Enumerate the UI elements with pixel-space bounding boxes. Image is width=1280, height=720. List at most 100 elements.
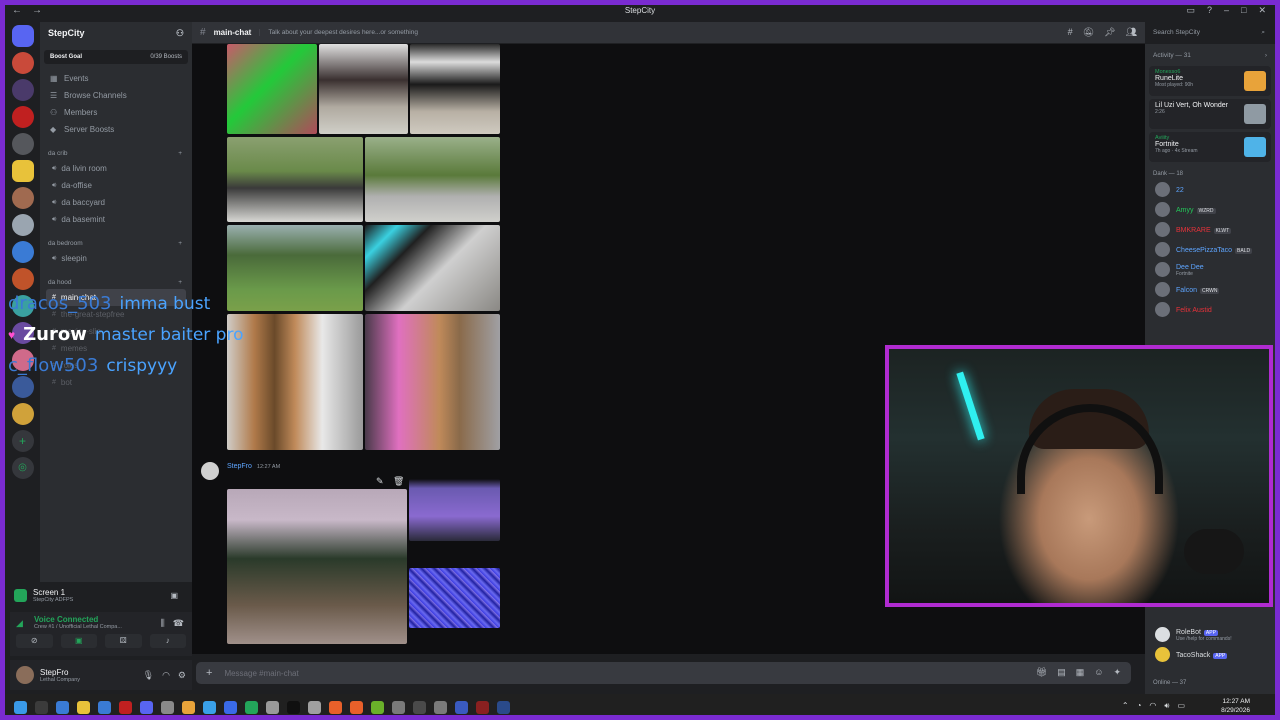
threads-icon[interactable]: # [1068,27,1073,38]
image-attachment[interactable] [365,137,500,222]
search-input[interactable]: Search StepCity ⌕ [1148,26,1270,40]
chevron-up-icon[interactable]: ⌃ [1122,701,1129,711]
server-icon[interactable] [11,268,34,290]
image-attachment[interactable] [410,44,500,134]
gif-icon[interactable]: ▤ [1057,667,1066,678]
add-channel-icon[interactable]: + [178,279,182,286]
windows-start-icon[interactable] [14,700,27,714]
channel-item[interactable]: 🔊︎ da basemint [40,211,192,228]
volume-icon[interactable]: 🔊︎ [1164,701,1169,711]
image-attachment[interactable] [227,225,363,311]
image-attachment[interactable] [365,314,500,450]
avatar[interactable] [16,666,34,684]
soundboard-button[interactable]: ♪ [149,634,186,648]
category-header[interactable]: da bedroom + [40,236,192,250]
taskbar-app-icon[interactable] [392,700,405,714]
member-item[interactable]: Falcon CRWN [1145,279,1275,299]
chevron-right-icon[interactable]: › [1265,52,1267,59]
image-attachment[interactable] [409,479,500,541]
author-avatar[interactable] [201,462,219,480]
sticker-icon[interactable]: ▦ [1076,667,1085,678]
sidebar-link[interactable]: ▦ Events [40,70,192,87]
headphones-icon[interactable]: ◠ [162,670,170,681]
disconnect-icon[interactable]: ☎ [173,618,184,629]
image-attachment[interactable] [227,314,363,450]
server-icon[interactable] [11,214,34,236]
member-item[interactable]: Felix Austid [1145,299,1275,319]
channel-item[interactable]: 🔊︎ da livin room [40,160,192,177]
add-channel-icon[interactable]: + [178,150,182,157]
member-item[interactable]: 22 [1145,179,1275,199]
battery-icon[interactable]: ▭ [1177,701,1185,711]
server-icon[interactable] [11,106,34,128]
server-icon[interactable] [11,52,34,74]
discord-home-icon[interactable] [11,25,34,47]
activity-card[interactable]: Monesso6 RuneLite Most played: 90h [1149,66,1271,96]
sidebar-link[interactable]: ⚇ Members [40,104,192,121]
taskbar-app-icon[interactable] [161,700,174,714]
taskbar-app-icon[interactable] [35,700,48,714]
apps-icon[interactable]: ✦ [1113,667,1121,678]
server-icon[interactable] [11,187,34,209]
taskbar-app-icon[interactable] [371,700,384,714]
sidebar-link[interactable]: ☰ Browse Channels [40,87,192,104]
server-icon[interactable] [11,133,34,155]
image-attachment[interactable] [227,44,317,134]
bot-member-item[interactable]: TacoShack APP [1145,644,1275,664]
server-icon[interactable] [11,403,34,425]
taskbar-app-icon[interactable] [350,700,363,714]
emoji-icon[interactable]: ☺ [1094,667,1103,678]
activities-button[interactable]: ⚄ [105,634,142,648]
taskbar-app-icon[interactable] [203,700,216,714]
channel-item[interactable]: 🔊︎ da baccyard [40,194,192,211]
sidebar-link[interactable]: ◆ Server Boosts [40,121,192,138]
activity-card[interactable]: Aviiity Fortnite 7h ago · 4x Stream [1149,132,1271,162]
taskbar-app-icon[interactable] [56,700,69,714]
settings-gear-icon[interactable]: ⚙ [178,670,186,681]
taskbar-app-icon[interactable] [497,700,510,714]
activity-card[interactable]: Lil Uzi Vert, Oh Wonder 2:26 [1149,99,1271,129]
add-server-icon[interactable]: + [11,430,34,452]
taskbar-app-icon[interactable] [224,700,237,714]
maximize-icon[interactable]: □ [1241,5,1246,16]
taskbar-app-icon[interactable] [434,700,447,714]
category-header[interactable]: da hood + [40,275,192,289]
wifi-icon[interactable]: ◠ [1149,701,1156,711]
mic-icon[interactable]: 🎙︎ [143,670,154,681]
popout-icon[interactable]: ▣ [170,591,178,600]
screen-share-panel[interactable]: Screen 1 StepCity ADFPS ▣ [10,584,182,606]
taskbar-app-icon[interactable] [182,700,195,714]
pin-icon[interactable]: 📌︎ [1104,27,1115,38]
taskbar-app-icon[interactable] [245,700,258,714]
notifications-icon[interactable]: 🔕︎ [1083,27,1094,38]
add-channel-icon[interactable]: + [178,240,182,247]
image-attachment[interactable] [227,489,407,644]
server-header[interactable]: StepCity ⚇ [40,22,192,44]
minimize-icon[interactable]: – [1224,5,1229,16]
channel-item[interactable]: 🔊︎ sleepin [40,250,192,267]
server-icon[interactable] [11,79,34,101]
taskbar-app-icon[interactable] [266,700,279,714]
bot-member-item[interactable]: RoleBot APP Use /help for commands! [1145,624,1275,644]
image-attachment[interactable] [409,568,500,628]
channel-item[interactable]: 🔊︎ da-offise [40,177,192,194]
image-attachment[interactable] [365,225,500,311]
delete-icon[interactable]: 🗑︎ [393,476,404,487]
taskbar-app-icon[interactable] [476,700,489,714]
taskbar-app-icon[interactable] [455,700,468,714]
gift-icon[interactable]: 🎁︎ [1036,667,1047,678]
edit-icon[interactable]: ✎ [376,476,384,487]
help-icon[interactable]: ? [1207,5,1212,16]
close-icon[interactable]: ✕ [1258,5,1266,16]
taskbar-app-icon[interactable] [413,700,426,714]
category-header[interactable]: da crib + [40,146,192,160]
inbox-icon[interactable]: ▭ [1186,5,1195,16]
taskbar-app-icon[interactable] [329,700,342,714]
taskbar-app-icon[interactable] [119,700,132,714]
message-author[interactable]: StepFro [227,463,252,470]
taskbar-app-icon[interactable] [287,700,300,714]
invite-icon[interactable]: ⚇ [176,28,184,39]
discord-taskbar-icon[interactable] [140,700,153,714]
member-item[interactable]: CheesePizzaTaco BALD [1145,239,1275,259]
server-icon[interactable] [11,241,34,263]
